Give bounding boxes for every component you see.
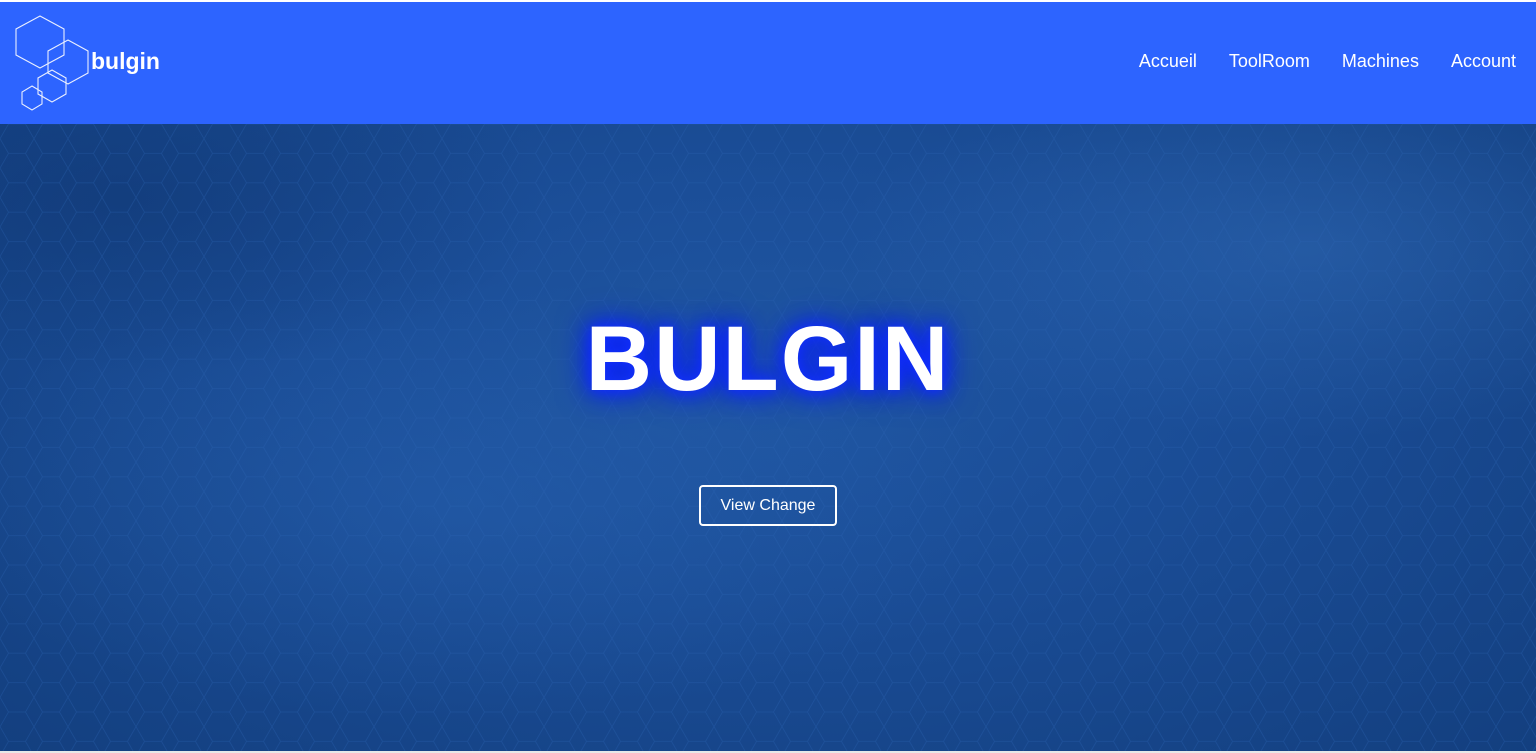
nav-link-accueil[interactable]: Accueil: [1139, 51, 1197, 72]
hex-pattern-background: [0, 124, 1536, 751]
brand-name: bulgin: [91, 48, 160, 74]
main-nav: Accueil ToolRoom Machines Account: [1139, 51, 1516, 72]
nav-link-toolroom[interactable]: ToolRoom: [1229, 51, 1310, 72]
view-change-button[interactable]: View Change: [699, 485, 837, 526]
hero-title: BULGIN: [585, 308, 951, 410]
hexagon-cluster-icon: [15, 15, 89, 111]
nav-link-account[interactable]: Account: [1451, 51, 1516, 72]
brand-logo[interactable]: bulgin: [14, 14, 174, 112]
navbar: bulgin Accueil ToolRoom Machines Account: [0, 2, 1536, 124]
nav-link-machines[interactable]: Machines: [1342, 51, 1419, 72]
hero-section: BULGIN View Change: [0, 124, 1536, 751]
